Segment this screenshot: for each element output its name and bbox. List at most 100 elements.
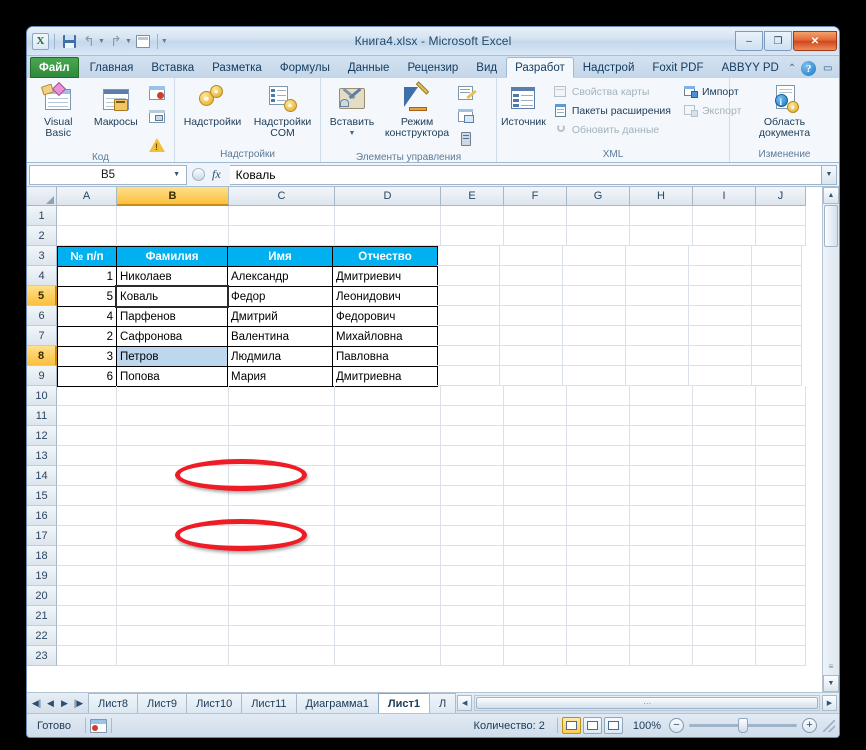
cell-G17[interactable] xyxy=(567,526,630,546)
cell-G8[interactable] xyxy=(563,346,626,366)
cell-C16[interactable] xyxy=(229,506,335,526)
cell-I10[interactable] xyxy=(693,386,756,406)
close-button[interactable]: ✕ xyxy=(793,31,837,51)
cell-F9[interactable] xyxy=(500,366,563,386)
row-header-19[interactable]: 19 xyxy=(27,566,57,586)
cell-F10[interactable] xyxy=(504,386,567,406)
cell-C23[interactable] xyxy=(229,646,335,666)
zoom-in-button[interactable]: + xyxy=(802,718,817,733)
cell-E8[interactable] xyxy=(437,346,500,366)
hscroll-left-button[interactable]: ◀ xyxy=(457,695,473,711)
cell-J7[interactable] xyxy=(752,326,802,346)
record-macro-button[interactable] xyxy=(146,83,170,105)
cell-D9[interactable]: Дмитриевна xyxy=(332,366,438,387)
cell-G13[interactable] xyxy=(567,446,630,466)
formula-bar-expand-button[interactable]: ▼ xyxy=(822,164,837,185)
design-mode-button[interactable]: Режим конструктора xyxy=(381,81,453,139)
cell-E18[interactable] xyxy=(441,546,504,566)
cell-E17[interactable] xyxy=(441,526,504,546)
cell-A5[interactable]: 5 xyxy=(57,286,117,307)
cell-E12[interactable] xyxy=(441,426,504,446)
cell-D16[interactable] xyxy=(335,506,441,526)
cell-E23[interactable] xyxy=(441,646,504,666)
tab-view[interactable]: Вид xyxy=(467,57,506,78)
minimize-button[interactable]: – xyxy=(735,31,763,51)
cell-G3[interactable] xyxy=(563,246,626,266)
macros-button[interactable]: Макросы xyxy=(89,81,144,128)
cell-G21[interactable] xyxy=(567,606,630,626)
cell-J19[interactable] xyxy=(756,566,806,586)
column-header-d[interactable]: D xyxy=(335,187,441,206)
cell-D8[interactable]: Павловна xyxy=(332,346,438,367)
cell-F5[interactable] xyxy=(500,286,563,306)
vertical-scrollbar[interactable]: ▲ ≡ ▼ xyxy=(822,187,839,692)
cell-F4[interactable] xyxy=(500,266,563,286)
cell-C3[interactable]: Имя xyxy=(227,246,333,267)
undo-icon[interactable]: ↰ xyxy=(80,32,98,50)
cell-D3[interactable]: Отчество xyxy=(332,246,438,267)
cell-J22[interactable] xyxy=(756,626,806,646)
cell-E9[interactable] xyxy=(437,366,500,386)
row-header-23[interactable]: 23 xyxy=(27,646,57,666)
row-header-5[interactable]: 5 xyxy=(27,286,57,306)
cell-F6[interactable] xyxy=(500,306,563,326)
undo-dropdown-icon[interactable]: ▼ xyxy=(98,38,105,45)
cell-B8[interactable]: Петров xyxy=(116,346,228,367)
cell-J21[interactable] xyxy=(756,606,806,626)
tab-insert[interactable]: Вставка xyxy=(142,57,203,78)
insert-function-icon[interactable]: fx xyxy=(208,167,225,182)
cell-C20[interactable] xyxy=(229,586,335,606)
cell-E15[interactable] xyxy=(441,486,504,506)
cell-B13[interactable] xyxy=(117,446,229,466)
cancel-icon[interactable] xyxy=(192,168,205,181)
cell-A17[interactable] xyxy=(57,526,117,546)
cell-F21[interactable] xyxy=(504,606,567,626)
cell-B2[interactable] xyxy=(117,226,229,246)
cell-D6[interactable]: Федорович xyxy=(332,306,438,327)
column-header-i[interactable]: I xyxy=(693,187,756,206)
cell-E20[interactable] xyxy=(441,586,504,606)
column-header-a[interactable]: A xyxy=(57,187,117,206)
cell-E13[interactable] xyxy=(441,446,504,466)
cell-I23[interactable] xyxy=(693,646,756,666)
row-header-20[interactable]: 20 xyxy=(27,586,57,606)
macro-security-button[interactable] xyxy=(146,129,170,152)
cell-E7[interactable] xyxy=(437,326,500,346)
zoom-slider-track[interactable] xyxy=(689,718,797,733)
next-sheet-button[interactable]: ▶ xyxy=(58,698,71,709)
cell-B20[interactable] xyxy=(117,586,229,606)
cell-H17[interactable] xyxy=(630,526,693,546)
vertical-scroll-thumb[interactable] xyxy=(824,205,838,247)
cell-G5[interactable] xyxy=(563,286,626,306)
cell-F1[interactable] xyxy=(504,206,567,226)
cell-F14[interactable] xyxy=(504,466,567,486)
redo-dropdown-icon[interactable]: ▼ xyxy=(125,38,132,45)
cell-G19[interactable] xyxy=(567,566,630,586)
cell-G22[interactable] xyxy=(567,626,630,646)
tab-addins[interactable]: Надстрой xyxy=(574,57,644,78)
cell-G9[interactable] xyxy=(563,366,626,386)
customize-qat-icon[interactable]: ▼ xyxy=(161,38,168,45)
cell-J6[interactable] xyxy=(752,306,802,326)
cell-J20[interactable] xyxy=(756,586,806,606)
cell-F15[interactable] xyxy=(504,486,567,506)
cell-E2[interactable] xyxy=(441,226,504,246)
cell-D17[interactable] xyxy=(335,526,441,546)
cell-B6[interactable]: Парфенов xyxy=(116,306,228,327)
cell-H22[interactable] xyxy=(630,626,693,646)
tab-home[interactable]: Главная xyxy=(81,57,143,78)
save-icon[interactable] xyxy=(60,32,78,50)
cell-C13[interactable] xyxy=(229,446,335,466)
maximize-button[interactable]: ❐ xyxy=(764,31,792,51)
cell-F23[interactable] xyxy=(504,646,567,666)
cell-C12[interactable] xyxy=(229,426,335,446)
formula-input[interactable]: Коваль xyxy=(229,164,822,185)
row-header-12[interactable]: 12 xyxy=(27,426,57,446)
cell-J8[interactable] xyxy=(752,346,802,366)
cell-E10[interactable] xyxy=(441,386,504,406)
cell-B22[interactable] xyxy=(117,626,229,646)
name-box[interactable]: B5 ▼ xyxy=(29,164,187,185)
cell-D11[interactable] xyxy=(335,406,441,426)
cell-E22[interactable] xyxy=(441,626,504,646)
com-addins-button[interactable]: Надстройки COM xyxy=(252,81,314,139)
